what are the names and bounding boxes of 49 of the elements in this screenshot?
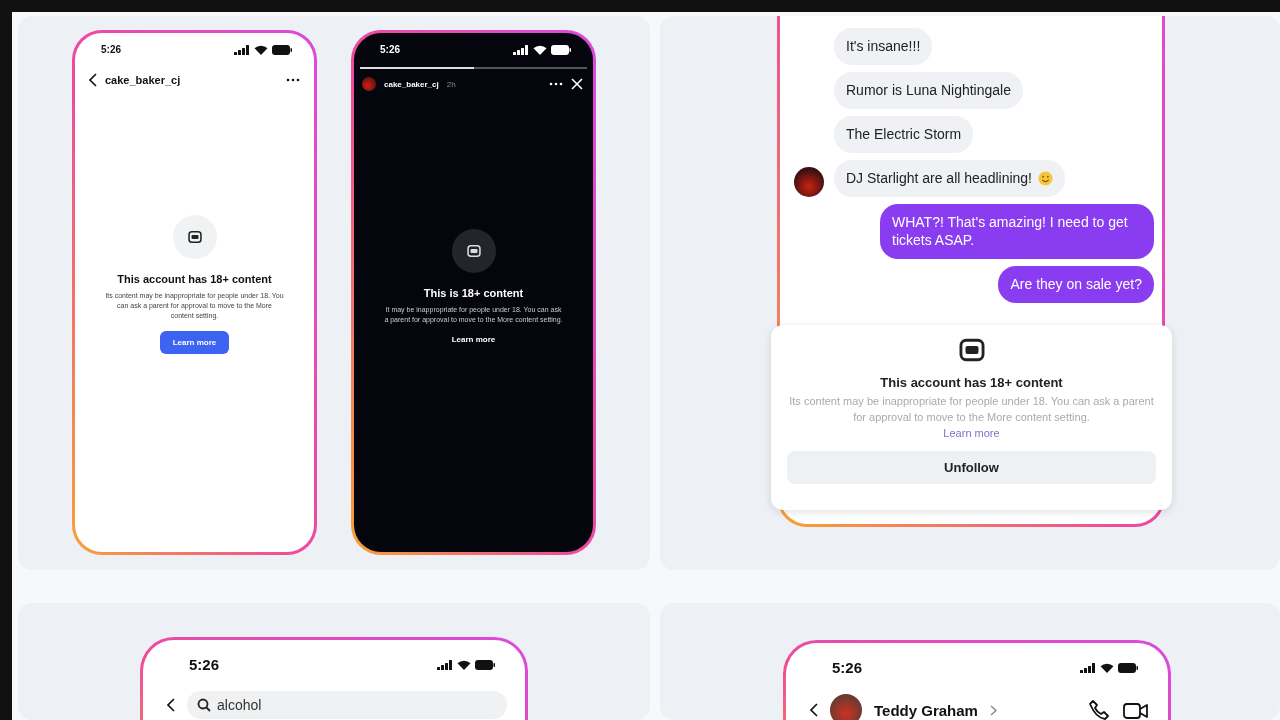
status-time: 5:26: [832, 659, 863, 676]
rating-badge-icon: [187, 229, 202, 244]
battery-icon: [272, 44, 292, 55]
back-icon[interactable]: [89, 73, 97, 87]
search-icon: [197, 698, 211, 712]
post-age: 2h: [446, 79, 456, 89]
avatar: [830, 694, 862, 720]
learn-more-button[interactable]: Learn more: [445, 335, 502, 345]
learn-more-link[interactable]: Learn more: [943, 426, 1000, 439]
message-bubble: It's insane!!!: [834, 28, 933, 65]
unfollow-button[interactable]: Unfollow: [787, 450, 1156, 484]
contact-name[interactable]: Teddy Graham: [874, 701, 978, 719]
status-time: 5:26: [101, 44, 121, 55]
battery-icon: [1118, 662, 1138, 673]
message-bubble: The Electric Storm: [834, 115, 974, 153]
back-icon[interactable]: [810, 703, 818, 717]
more-icon[interactable]: [549, 82, 563, 86]
search-field[interactable]: alcohol: [187, 691, 507, 719]
signal-icon: [437, 659, 453, 670]
back-icon[interactable]: [167, 698, 175, 712]
more-icon[interactable]: [286, 78, 300, 82]
rating-badge-icon: [958, 337, 985, 363]
rating-badge-icon: [466, 243, 481, 258]
message-bubble: DJ Starlight are all headlining!: [834, 159, 1065, 197]
username[interactable]: cake_baker_cj: [384, 79, 439, 89]
chevron-right-icon: [989, 704, 997, 716]
wifi-icon: [457, 659, 471, 670]
battery-icon: [551, 44, 571, 55]
username[interactable]: cake_baker_cj: [105, 74, 181, 86]
battery-icon: [475, 659, 495, 670]
notice-title: This account has 18+ content: [880, 375, 1063, 390]
wifi-icon: [254, 44, 268, 55]
warning-title: This is 18+ content: [423, 286, 524, 299]
signal-icon: [234, 44, 250, 55]
signal-icon: [513, 44, 529, 55]
message-bubble: Rumor is Luna Nightingale: [834, 71, 1023, 109]
message-bubble: WHAT?! That's amazing! I need to get tickets ASAP.: [880, 203, 1154, 260]
message-bubble: Are they on sale yet?: [998, 266, 1154, 304]
avatar: [362, 77, 376, 91]
wifi-icon: [1100, 662, 1114, 673]
learn-more-button[interactable]: Learn more: [159, 331, 230, 355]
wifi-icon: [533, 44, 547, 55]
status-time: 5:26: [189, 656, 220, 673]
close-icon[interactable]: [571, 78, 583, 90]
status-time: 5:26: [380, 44, 400, 55]
warning-title: This account has 18+ content: [117, 272, 272, 285]
notice-text: Its content may be inappropriate for people under 18. You can ask a parent for approval to move to the More content setting.: [788, 394, 1155, 425]
signal-icon: [1080, 662, 1096, 673]
phone-icon[interactable]: [1088, 699, 1110, 720]
